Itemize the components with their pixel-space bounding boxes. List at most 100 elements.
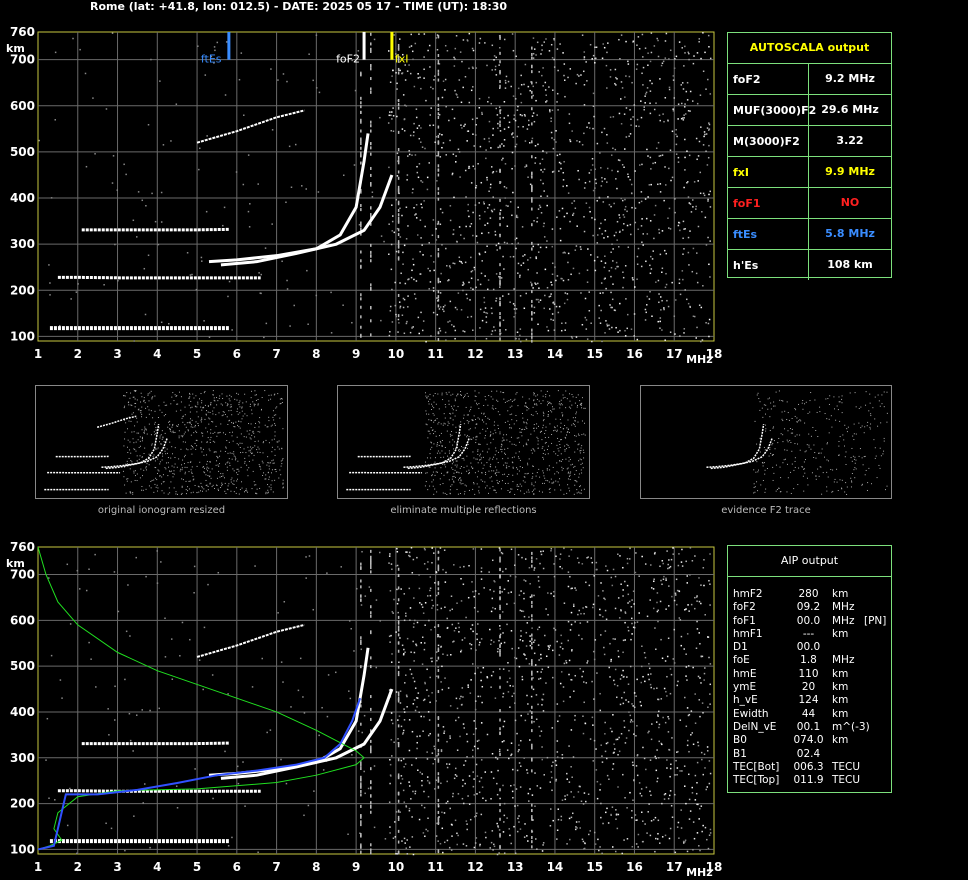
noise-dot — [562, 185, 564, 188]
noise-dot — [499, 144, 501, 148]
noise-dot — [670, 673, 673, 676]
thumb-dot — [480, 457, 482, 459]
noise-dot — [490, 686, 492, 688]
thumb-dot — [151, 444, 153, 446]
noise-dot — [396, 88, 398, 90]
noise-dot — [396, 152, 399, 155]
noise-dot — [520, 84, 523, 86]
thumb-dot — [252, 446, 254, 448]
thumb-dot — [482, 456, 484, 458]
thumb-dot — [484, 435, 486, 437]
noise-dot — [547, 666, 550, 669]
noise-dot — [475, 815, 477, 817]
thumb-dot — [503, 464, 505, 466]
noise-dot — [415, 644, 418, 647]
thumb-dot — [475, 458, 477, 460]
noise-dot — [414, 214, 416, 216]
noise-dot — [661, 299, 663, 302]
thumb-dot — [191, 453, 193, 455]
thumb-dot — [543, 458, 545, 460]
thumb-dot — [267, 489, 269, 491]
noise-dot — [633, 335, 635, 337]
noise-dot — [358, 223, 361, 226]
noise-dot — [412, 134, 415, 137]
thumb-dot — [496, 479, 498, 481]
thumb-dot — [129, 397, 131, 399]
noise-dot — [684, 839, 687, 841]
thumb-dot — [455, 409, 457, 411]
thumb-dot — [581, 397, 583, 399]
thumb-dot — [253, 481, 255, 483]
noise-dot — [611, 298, 614, 301]
noise-dot — [709, 93, 712, 95]
noise-dot — [444, 677, 446, 679]
noise-dot — [499, 332, 501, 336]
thumb-dot — [528, 408, 530, 410]
noise-dot — [434, 582, 436, 584]
noise-dot — [389, 81, 392, 84]
noise-dot — [462, 86, 464, 89]
noise-dot — [681, 82, 684, 84]
thumb-dot — [201, 490, 203, 492]
thumb-dot — [455, 426, 457, 428]
noise-dot — [604, 255, 606, 257]
noise-dot — [594, 62, 596, 64]
noise-dot — [474, 168, 476, 170]
thumb-dot — [547, 415, 549, 417]
thumb-dot — [575, 417, 577, 419]
thumb-dot — [172, 392, 174, 394]
noise-dot — [668, 794, 671, 797]
noise-dot — [453, 196, 455, 199]
thumb-dot — [268, 416, 270, 418]
thumb-dot — [761, 407, 763, 409]
noise-dot — [614, 267, 617, 270]
noise-dot — [476, 740, 479, 742]
noise-dot — [585, 605, 587, 608]
thumb-dot — [202, 448, 204, 450]
noise-dot — [282, 73, 285, 75]
noise-dot — [491, 597, 494, 600]
thumb-dot — [764, 449, 766, 451]
noise-dot — [370, 90, 372, 94]
thumb-dot — [259, 417, 261, 419]
thumb-dot — [475, 436, 477, 438]
thumb-dot — [533, 400, 535, 402]
thumb-dot — [161, 453, 163, 455]
noise-dot — [606, 133, 608, 136]
noise-dot — [626, 807, 628, 809]
autoscala-label: fxI — [733, 166, 749, 179]
noise-dot — [404, 651, 406, 653]
autoscala-label: M(3000)F2 — [733, 135, 800, 148]
noise-dot — [421, 146, 424, 148]
thumb-dot — [425, 461, 427, 463]
thumb-dot — [468, 471, 470, 473]
noise-dot — [401, 128, 404, 130]
noise-dot — [612, 116, 615, 118]
thumb-dot — [757, 392, 759, 394]
thumb-dot — [207, 489, 209, 491]
noise-dot — [360, 265, 362, 269]
noise-dot — [572, 212, 575, 215]
thumb-dot — [527, 464, 529, 466]
noise-dot — [516, 109, 519, 111]
thumb-dot — [466, 436, 468, 438]
thumb-dot — [164, 467, 166, 469]
noise-dot — [430, 255, 432, 257]
thumb-dot — [236, 472, 238, 474]
noise-dot — [593, 658, 596, 661]
noise-dot — [484, 224, 486, 226]
noise-dot — [665, 252, 668, 255]
noise-dot — [224, 94, 227, 96]
thumb-dot — [559, 407, 561, 409]
noise-dot — [476, 793, 478, 795]
thumb-dot — [548, 403, 550, 405]
thumb-dot — [581, 420, 583, 422]
noise-dot — [546, 100, 548, 102]
noise-dot — [535, 257, 538, 260]
noise-dot — [393, 741, 395, 744]
noise-dot — [547, 648, 550, 651]
noise-dot — [437, 191, 440, 195]
thumb-dot — [217, 400, 219, 402]
thumb-trace — [105, 437, 168, 470]
thumb-dot — [133, 472, 135, 474]
